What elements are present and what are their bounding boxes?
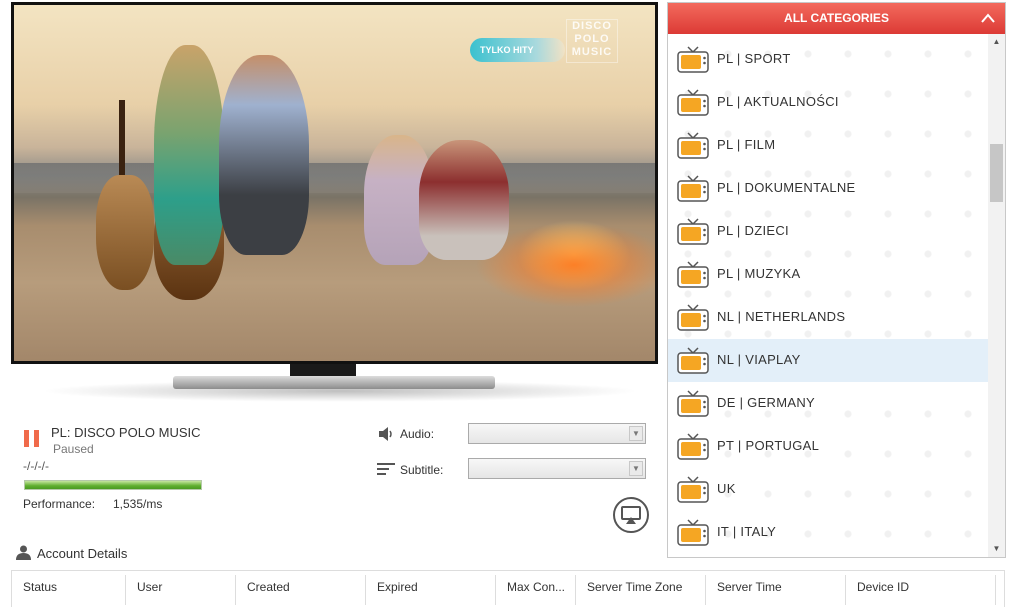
tv-icon (677, 476, 709, 503)
category-item[interactable]: PL | MUZYKA (668, 253, 988, 296)
category-label: NL | VIAPLAY (717, 352, 801, 367)
category-label: PL | AKTUALNOŚCI (717, 94, 839, 109)
performance-value: 1,535/ms (113, 497, 163, 511)
performance-label: Performance: (23, 497, 96, 511)
category-label: IT | ITALY (717, 524, 777, 539)
category-item[interactable]: IT | ITALY (668, 511, 988, 554)
category-item[interactable]: NL | VIAPLAY (668, 339, 988, 382)
category-label: PL | FILM (717, 137, 776, 152)
performance-bar (24, 480, 202, 490)
chevron-up-icon[interactable] (981, 12, 995, 24)
tv-base (173, 376, 495, 389)
column-header-max-connections[interactable]: Max Con... (496, 575, 576, 605)
video-player[interactable]: TYLKO HITY DISCO POLO MUSIC (11, 2, 658, 364)
chevron-down-icon: ▼ (629, 426, 643, 441)
category-item[interactable]: UK (668, 468, 988, 511)
category-label: PL | DZIECI (717, 223, 789, 238)
category-label: NL | NETHERLANDS (717, 309, 846, 324)
category-item[interactable]: PL | FILM (668, 124, 988, 167)
airplay-icon (621, 506, 641, 524)
category-label: PL | MUZYKA (717, 266, 801, 281)
audio-select[interactable]: ▼ (468, 423, 646, 444)
guitar-image (96, 175, 154, 290)
channel-logo: DISCO POLO MUSIC (566, 19, 618, 63)
category-item[interactable]: DE | GERMANY (668, 382, 988, 425)
person-image (419, 140, 509, 260)
chevron-down-icon: ▼ (629, 461, 643, 476)
column-header-expired[interactable]: Expired (366, 575, 496, 605)
category-label: PT | PORTUGAL (717, 438, 820, 453)
tv-icon (677, 347, 709, 374)
column-header-device-id[interactable]: Device ID (846, 575, 996, 605)
channel-name: PL: DISCO POLO MUSIC (51, 425, 201, 440)
column-header-status[interactable]: Status (12, 575, 126, 605)
tv-icon (677, 46, 709, 73)
column-header-server-time-zone[interactable]: Server Time Zone (576, 575, 706, 605)
account-details-title: Account Details (37, 546, 128, 561)
playback-status: Paused (53, 442, 94, 456)
audio-label: Audio: (400, 427, 435, 441)
category-item[interactable]: PL | DOKUMENTALNE (668, 167, 988, 210)
subtitle-label: Subtitle: (400, 463, 444, 477)
category-item[interactable]: PL | SPORT (668, 38, 988, 81)
scroll-up-icon[interactable]: ▲ (988, 34, 1005, 50)
categories-header[interactable]: ALL CATEGORIES (668, 3, 1005, 34)
category-item[interactable]: PL | AKTUALNOŚCI (668, 81, 988, 124)
tv-icon (677, 89, 709, 116)
user-icon (16, 545, 31, 560)
tv-icon (677, 261, 709, 288)
tv-icon (677, 132, 709, 159)
person-image (219, 55, 309, 255)
category-label: DE | GERMANY (717, 395, 815, 410)
speaker-icon (379, 427, 392, 441)
account-table: Status User Created Expired Max Con... S… (11, 570, 1005, 607)
category-label: PL | DOKUMENTALNE (717, 180, 856, 195)
categories-list: PL | SPORT PL | AKTUALNOŚCI PL | FILM PL | … (668, 34, 988, 557)
category-label: UK (717, 481, 736, 496)
pause-icon[interactable] (24, 430, 39, 447)
person-image (154, 45, 224, 265)
category-item[interactable]: NL | NETHERLANDS (668, 296, 988, 339)
tv-icon (677, 218, 709, 245)
categories-title: ALL CATEGORIES (784, 11, 889, 25)
performance-bar-fill (25, 481, 201, 489)
video-badge: TYLKO HITY (470, 38, 565, 62)
tv-icon (677, 519, 709, 546)
tv-icon (677, 175, 709, 202)
scroll-thumb[interactable] (990, 144, 1003, 202)
tv-icon (677, 390, 709, 417)
playback-time: -/-/-/- (23, 459, 49, 473)
subtitle-lines-icon (377, 463, 395, 475)
category-item[interactable]: PT | PORTUGAL (668, 425, 988, 468)
categories-panel: ALL CATEGORIES PL | SPORT PL | AKTUALNOŚC… (667, 2, 1006, 558)
column-header-created[interactable]: Created (236, 575, 366, 605)
column-header-user[interactable]: User (126, 575, 236, 605)
category-label: PL | SPORT (717, 51, 791, 66)
app-window: TYLKO HITY DISCO POLO MUSIC PL: DISCO PO… (0, 0, 1023, 607)
tv-stand (290, 364, 356, 376)
cast-button[interactable] (613, 497, 649, 533)
subtitle-select[interactable]: ▼ (468, 458, 646, 479)
tv-icon (677, 304, 709, 331)
categories-scrollbar[interactable]: ▲ ▼ (988, 34, 1005, 557)
scroll-down-icon[interactable]: ▼ (988, 541, 1005, 557)
column-header-server-time[interactable]: Server Time (706, 575, 846, 605)
tv-icon (677, 433, 709, 460)
category-item[interactable]: PL | DZIECI (668, 210, 988, 253)
